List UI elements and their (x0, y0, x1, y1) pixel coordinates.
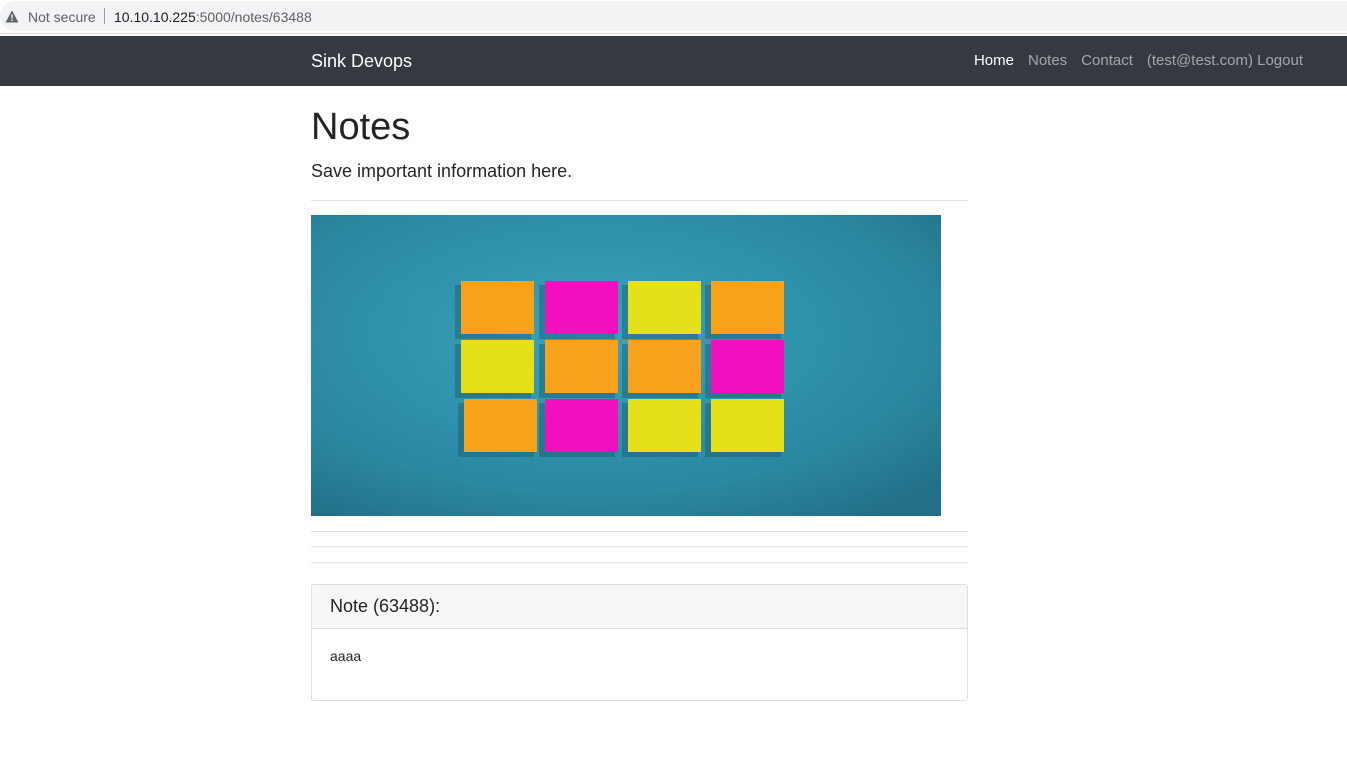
not-secure-label[interactable]: Not secure (28, 9, 96, 25)
sticky-note (711, 340, 784, 393)
page-title: Notes (311, 106, 411, 148)
divider (311, 531, 968, 532)
top-navbar: Sink Devops Home Notes Contact (test@tes… (0, 36, 1347, 86)
sticky-note (461, 340, 534, 393)
browser-address-bar: Not secure 10.10.10.225:5000/notes/63488 (0, 0, 1347, 34)
navbar-brand[interactable]: Sink Devops (311, 51, 412, 72)
sticky-note (628, 399, 701, 452)
note-card: Note (63488): aaaa (311, 584, 968, 701)
page-subtitle: Save important information here. (311, 161, 573, 181)
sticky-notes-image (311, 215, 941, 516)
divider (311, 562, 968, 563)
sticky-note (464, 399, 537, 452)
sticky-note (545, 399, 618, 452)
nav-contact-link[interactable]: Contact (1081, 52, 1133, 69)
sticky-note (628, 340, 701, 393)
sticky-note (628, 281, 701, 334)
url-host: 10.10.10.225 (114, 9, 196, 25)
url-text[interactable]: 10.10.10.225:5000/notes/63488 (114, 9, 312, 25)
sticky-note (711, 281, 784, 334)
divider (311, 200, 968, 201)
nav-logout-link[interactable]: (test@test.com) Logout (1147, 52, 1303, 69)
nav-links: Home Notes Contact (test@test.com) Logou… (960, 52, 1303, 69)
sticky-note (461, 281, 534, 334)
nav-home-link[interactable]: Home (974, 52, 1014, 69)
address-separator (104, 8, 105, 24)
url-path: :5000/notes/63488 (195, 9, 312, 25)
url-field[interactable]: Not secure 10.10.10.225:5000/notes/63488 (0, 1, 1347, 31)
sticky-note (545, 281, 618, 334)
sticky-note (545, 340, 618, 393)
warning-icon (5, 10, 19, 23)
note-card-header: Note (63488): (312, 585, 967, 629)
note-card-body: aaaa (330, 648, 362, 664)
nav-notes-link[interactable]: Notes (1028, 52, 1067, 69)
sticky-note (711, 399, 784, 452)
divider (311, 546, 968, 547)
